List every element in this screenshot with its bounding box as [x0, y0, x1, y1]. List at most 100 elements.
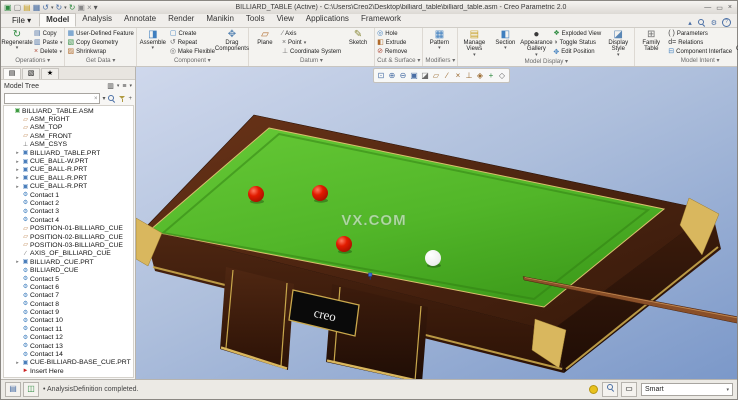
display-style-button[interactable]: ◪Display Style▾ — [603, 29, 633, 57]
new-icon[interactable]: ▢ — [14, 3, 22, 12]
axis-button[interactable]: ∕Axis — [282, 29, 341, 38]
user-defined-feature-button[interactable]: ▦User-Defined Feature — [67, 29, 133, 38]
shrinkwrap-button[interactable]: ▨Shrinkwrap — [67, 47, 133, 56]
toggle-status-button[interactable]: ◑Toggle Status — [553, 38, 601, 47]
tree-item-cue-ball-w-prt[interactable]: ▸▣CUE_BALL-W.PRT — [4, 157, 133, 165]
group-label-operations[interactable]: Operations ▾ — [1, 56, 64, 66]
create-button[interactable]: ▢Create — [170, 29, 215, 38]
tree-columns-icon[interactable]: ▥ — [107, 82, 114, 90]
tree-columns-icon-arrow[interactable]: ▾ — [117, 83, 120, 89]
expand-arrow[interactable]: ▸ — [14, 184, 21, 190]
open-icon[interactable]: ▤ — [23, 3, 31, 12]
spin-center-icon[interactable]: + — [486, 70, 496, 81]
regenerate-button[interactable]: ↻Regenerate▾ — [2, 29, 32, 56]
find-button[interactable] — [602, 382, 618, 397]
white-ball[interactable] — [425, 250, 441, 266]
relations-button[interactable]: d=Relations — [668, 38, 732, 47]
group-label-datum[interactable]: Datum ▾ — [249, 56, 374, 66]
tree-item-cue-ball-r-prt[interactable]: ▸▣CUE_BALL-R.PRT — [4, 166, 133, 174]
tab-manikin[interactable]: Manikin — [200, 13, 240, 27]
repeat-button[interactable]: ↺Repeat — [170, 38, 215, 47]
copy-geometry-button[interactable]: ▧Copy Geometry — [67, 38, 133, 47]
edit-position-button[interactable]: ✥Edit Position — [553, 48, 601, 57]
tree-item-billiard-table-prt[interactable]: ▸▣BILLIARD_TABLE.PRT — [4, 149, 133, 157]
tree-item-contact-10[interactable]: ⚙Contact 10 — [4, 317, 133, 325]
tree-search-box[interactable]: × — [4, 93, 100, 104]
tree-item-contact-5[interactable]: ⚙Contact 5 — [4, 275, 133, 283]
display-style-icon[interactable]: ◪ — [420, 70, 430, 81]
tab-render[interactable]: Render — [162, 13, 200, 27]
selection-filter-arrow[interactable]: ▾ — [726, 387, 729, 393]
app-icon[interactable]: ▣ — [4, 3, 12, 12]
group-label-component[interactable]: Component ▾ — [137, 56, 248, 66]
tree-item-billiard-table-asm[interactable]: ▣BILLIARD_TABLE.ASM — [4, 107, 133, 115]
coordinate-system-button[interactable]: ⊥Coordinate System — [282, 47, 341, 56]
group-label-modifiers[interactable]: Modifiers ▾ — [423, 56, 457, 66]
red-ball[interactable] — [248, 186, 264, 202]
tree-item-contact-4[interactable]: ⚙Contact 4 — [4, 216, 133, 224]
point-button[interactable]: ×Point▾ — [282, 38, 341, 47]
expand-arrow[interactable]: ▸ — [14, 150, 21, 156]
tab-view[interactable]: View — [271, 13, 300, 27]
axis-display-icon[interactable]: ∕ — [442, 70, 452, 81]
red-ball[interactable] — [336, 236, 352, 252]
redo-icon[interactable]: ↻ — [55, 3, 62, 12]
minimize-ribbon-icon[interactable]: ▴ — [688, 19, 692, 27]
close-window-icon[interactable]: × — [87, 3, 92, 12]
tree-item-contact-12[interactable]: ⚙Contact 12 — [4, 334, 133, 342]
tree-item-contact-7[interactable]: ⚙Contact 7 — [4, 292, 133, 300]
options-icon[interactable]: ⚙ — [711, 19, 717, 27]
repaint-icon[interactable]: ▣ — [409, 70, 419, 81]
tree-search-input[interactable] — [7, 96, 94, 102]
select-box-button[interactable]: ▭ — [621, 382, 637, 397]
tree-item-contact-2[interactable]: ⚙Contact 2 — [4, 199, 133, 207]
publish-geometry-button[interactable]: ✦Publish Geometry — [734, 29, 738, 56]
expand-arrow[interactable]: ▸ — [14, 360, 21, 366]
delete-button[interactable]: ×Delete▾ — [34, 47, 62, 56]
paste-button[interactable]: ▥Paste▾ — [34, 38, 62, 47]
favorites-tab[interactable]: ★ — [41, 68, 59, 79]
tree-item-cue-billiard-base-cue-prt[interactable]: ▸▣CUE-BILLIARD-BASE_CUE.PRT — [4, 359, 133, 367]
sketch-button[interactable]: ✎Sketch — [343, 29, 373, 56]
expand-arrow[interactable]: ▸ — [14, 175, 21, 181]
model-tree-tab[interactable]: ▤ — [3, 68, 21, 79]
copy-button[interactable]: ▤Copy — [34, 29, 62, 38]
regenerate-qat-icon[interactable]: ↻ — [69, 3, 76, 12]
help-icon[interactable]: ? — [722, 18, 731, 27]
tree-item-contact-13[interactable]: ⚙Contact 13 — [4, 342, 133, 350]
clear-search-icon[interactable]: × — [94, 96, 98, 102]
add-filter-icon[interactable]: + — [128, 96, 132, 102]
tab-applications[interactable]: Applications — [300, 13, 355, 27]
tree-item-cue-ball-r-prt[interactable]: ▸▣CUE_BALL-R.PRT — [4, 174, 133, 182]
selection-filter-combo[interactable]: Smart ▾ — [641, 383, 733, 396]
csys-display-icon[interactable]: ⊥ — [464, 70, 474, 81]
save-icon[interactable]: ▦ — [33, 3, 41, 12]
tab-tools[interactable]: Tools — [240, 13, 271, 27]
tree-settings-icon[interactable]: ≡ — [122, 83, 126, 90]
extrude-button[interactable]: ◧Extrude — [377, 38, 407, 47]
annotation-display-icon[interactable]: ◈ — [475, 70, 485, 81]
point-display-icon[interactable]: × — [453, 70, 463, 81]
tree-item-contact-9[interactable]: ⚙Contact 9 — [4, 308, 133, 316]
tree-item-contact-14[interactable]: ⚙Contact 14 — [4, 350, 133, 358]
pattern-button[interactable]: ▦Pattern▾ — [424, 29, 454, 56]
refit-icon[interactable]: ⊡ — [376, 70, 386, 81]
plane-display-icon[interactable]: ▱ — [431, 70, 441, 81]
graphics-viewport[interactable]: creo VX.COM — [136, 67, 737, 379]
file-menu-button[interactable]: File ▾ — [4, 15, 39, 27]
family-table-button[interactable]: ⊞Family Table — [636, 29, 666, 56]
tree-item-billiard-cue-prt[interactable]: ▸▣BILLIARD_CUE.PRT — [4, 258, 133, 266]
tree-item-insert-here[interactable]: ►Insert Here — [4, 367, 133, 375]
parameters-button[interactable]: ( )Parameters — [668, 29, 732, 38]
tree-settings-icon-arrow[interactable]: ▾ — [129, 83, 132, 89]
message-area-icon[interactable]: ◫ — [23, 382, 39, 397]
tree-item-contact-1[interactable]: ⚙Contact 1 — [4, 191, 133, 199]
assemble-button[interactable]: ◨Assemble▾ — [138, 29, 168, 56]
folder-browser-tab[interactable]: ▧ — [22, 68, 40, 79]
tree-item-position-02-billiard-cue[interactable]: ▱POSITION-02-BILLIARD_CUE — [4, 233, 133, 241]
expand-arrow[interactable]: ▸ — [14, 259, 21, 265]
restore-icon[interactable]: ▭ — [716, 4, 723, 12]
tree-item-asm-top[interactable]: ▱ASM_TOP — [4, 124, 133, 132]
expand-arrow[interactable]: ▸ — [14, 159, 21, 165]
table-leg-left[interactable] — [220, 267, 294, 370]
